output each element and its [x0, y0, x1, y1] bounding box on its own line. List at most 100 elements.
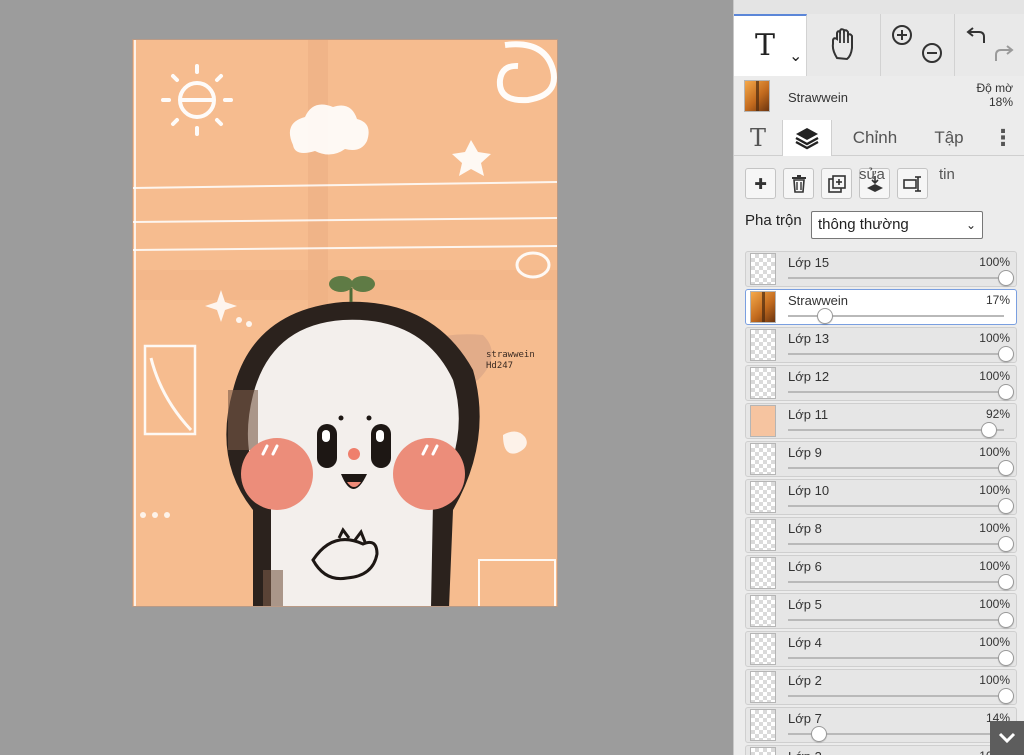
- layers-icon: [795, 128, 819, 150]
- zoom-in-icon[interactable]: [891, 24, 913, 46]
- opacity-slider-track[interactable]: [788, 543, 1004, 545]
- opacity-slider-knob[interactable]: [810, 726, 827, 742]
- opacity-slider-track[interactable]: [788, 581, 1004, 583]
- opacity-slider-track[interactable]: [788, 467, 1004, 469]
- layer-properties-button[interactable]: [897, 168, 928, 199]
- panel-tabs: T Chỉnh Tập ⋮: [734, 120, 1024, 156]
- layer-row[interactable]: Lớp 11 92%: [745, 403, 1017, 439]
- layer-row[interactable]: Lớp 9 100%: [745, 441, 1017, 477]
- opacity-value: 18%: [988, 95, 1013, 109]
- redo-icon[interactable]: [993, 42, 1015, 64]
- layer-thumbnail: [750, 633, 776, 665]
- layer-row[interactable]: Lớp 15 100%: [745, 251, 1017, 287]
- layer-opacity: 100%: [979, 559, 1010, 573]
- layer-name: Lớp 15: [788, 255, 830, 270]
- layer-opacity: 17%: [985, 293, 1010, 307]
- opacity-slider-track[interactable]: [788, 657, 1004, 659]
- layer-opacity: 92%: [985, 407, 1010, 421]
- tab-file[interactable]: Tập: [920, 120, 978, 156]
- layer-row[interactable]: Lớp 4 100%: [745, 631, 1017, 667]
- drawing-canvas[interactable]: strawwein Hd247: [132, 39, 558, 607]
- layer-thumbnail: [750, 481, 776, 513]
- layer-name: Lớp 12: [788, 369, 830, 384]
- current-layer-info: Strawwein Độ mờ 18%: [734, 76, 1024, 120]
- opacity-slider-knob[interactable]: [998, 574, 1014, 590]
- layer-row[interactable]: Lớp 6 100%: [745, 555, 1017, 591]
- main-toolbar: T ⌄: [734, 0, 1024, 76]
- blend-mode-label: Pha trộn: [745, 212, 802, 229]
- layer-thumbnail: [750, 747, 776, 755]
- more-menu-icon[interactable]: ⋮: [990, 120, 1016, 156]
- tab-layers[interactable]: [782, 120, 832, 156]
- current-layer-thumbnail: [744, 80, 770, 112]
- panel-top-strip: [734, 0, 1024, 14]
- layer-thumbnail: [750, 367, 776, 399]
- opacity-slider-knob[interactable]: [998, 650, 1014, 666]
- layer-row[interactable]: Lớp 3100%: [745, 745, 1017, 755]
- opacity-slider-track[interactable]: [788, 695, 1004, 697]
- undo-icon[interactable]: [965, 24, 987, 46]
- zoom-out-icon[interactable]: [921, 42, 943, 64]
- hand-tool-button[interactable]: [807, 14, 881, 76]
- opacity-slider-knob[interactable]: [817, 308, 834, 324]
- layer-name: Lớp 6: [788, 559, 822, 574]
- layer-row[interactable]: Lớp 7 14%: [745, 707, 1017, 743]
- layer-opacity: 100%: [979, 369, 1010, 383]
- opacity-slider-knob[interactable]: [980, 422, 997, 438]
- layer-name: Lớp 8: [788, 521, 822, 536]
- zoom-tool-group: [881, 14, 955, 76]
- text-tool-button[interactable]: T ⌄: [734, 14, 807, 76]
- blend-mode-value: thông thường: [818, 216, 909, 233]
- artwork: [133, 40, 557, 606]
- tab-adjust[interactable]: Chỉnh: [840, 120, 910, 156]
- layer-thumbnail: [750, 291, 776, 323]
- opacity-slider-knob[interactable]: [998, 270, 1014, 286]
- layer-row[interactable]: Lớp 5 100%: [745, 593, 1017, 629]
- layer-opacity: 100%: [979, 445, 1010, 459]
- layer-thumbnail: [750, 557, 776, 589]
- layer-name: Lớp 9: [788, 445, 822, 460]
- duplicate-layer-button[interactable]: [821, 168, 852, 199]
- rename-icon: [902, 175, 921, 192]
- opacity-slider-knob[interactable]: [998, 536, 1014, 552]
- layer-row[interactable]: Lớp 13 100%: [745, 327, 1017, 363]
- layer-row[interactable]: Lớp 10 100%: [745, 479, 1017, 515]
- opacity-slider-track[interactable]: [788, 391, 1004, 393]
- layer-thumbnail: [750, 443, 776, 475]
- layer-thumbnail: [750, 595, 776, 627]
- layer-row[interactable]: Lớp 2 100%: [745, 669, 1017, 705]
- scroll-down-button[interactable]: [990, 721, 1024, 755]
- add-layer-button[interactable]: ✚: [745, 168, 776, 199]
- layer-name: Lớp 5: [788, 597, 822, 612]
- layer-row[interactable]: Lớp 8 100%: [745, 517, 1017, 553]
- trash-icon: [791, 174, 806, 193]
- chevron-down-icon: [998, 732, 1016, 744]
- opacity-slider-track[interactable]: [788, 353, 1004, 355]
- layer-thumbnail: [750, 253, 776, 285]
- watermark-line-2: Hd247: [486, 361, 514, 371]
- opacity-slider-knob[interactable]: [998, 384, 1014, 400]
- watermark-line-1: strawwein: [486, 350, 535, 360]
- layer-opacity: 100%: [979, 521, 1010, 535]
- chevron-down-icon: ⌄: [965, 218, 976, 232]
- layer-thumbnail: [750, 329, 776, 361]
- opacity-slider-knob[interactable]: [998, 346, 1014, 362]
- blend-mode-select[interactable]: thông thường ⌄: [811, 211, 983, 239]
- tab-text[interactable]: T: [734, 120, 782, 156]
- layer-row[interactable]: Lớp 12 100%: [745, 365, 1017, 401]
- layer-thumbnail: [750, 671, 776, 703]
- opacity-slider-track[interactable]: [788, 277, 1004, 279]
- opacity-slider-knob[interactable]: [998, 612, 1014, 628]
- opacity-slider-knob[interactable]: [998, 460, 1014, 476]
- layer-row[interactable]: Strawwein 17%: [745, 289, 1017, 325]
- duplicate-icon: [827, 174, 846, 193]
- opacity-slider-track[interactable]: [788, 619, 1004, 621]
- layer-opacity: 100%: [979, 483, 1010, 497]
- opacity-slider-knob[interactable]: [998, 498, 1014, 514]
- chevron-down-icon[interactable]: ⌄: [789, 46, 802, 66]
- opacity-slider-knob[interactable]: [998, 688, 1014, 704]
- text-tool-icon: T: [755, 28, 776, 63]
- delete-layer-button[interactable]: [783, 168, 814, 199]
- opacity-slider-track[interactable]: [788, 429, 1004, 431]
- opacity-slider-track[interactable]: [788, 505, 1004, 507]
